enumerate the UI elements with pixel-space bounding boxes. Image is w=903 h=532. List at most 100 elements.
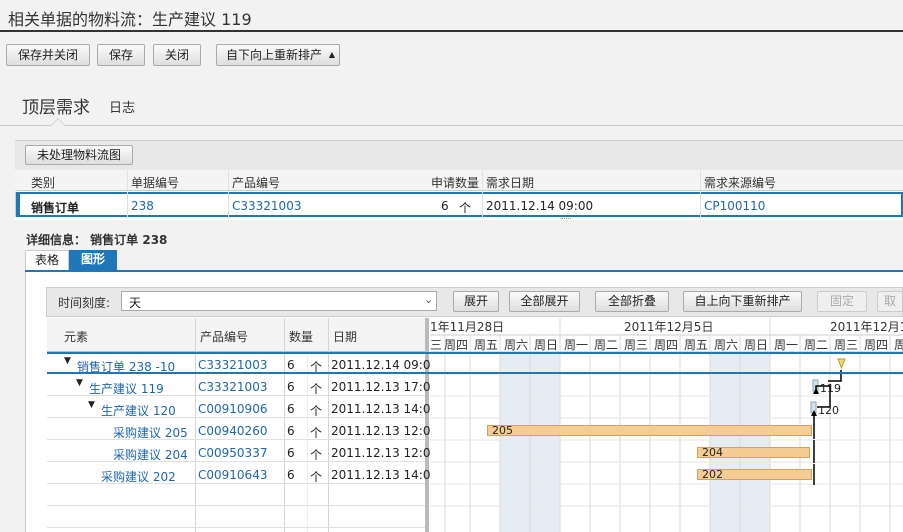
tab-top-demand[interactable]: 顶层需求 [22, 93, 90, 118]
gantt-day-label: 周六 [714, 338, 739, 352]
gantt-day-label: 周四 [444, 338, 469, 352]
qty-value: 6 [287, 424, 295, 438]
tree-element-label[interactable]: 采购建议 205 [113, 424, 188, 441]
gantt-day-label: 周四 [654, 338, 679, 352]
unit-value: 个 [310, 426, 323, 440]
fix-button[interactable]: 固定 [817, 291, 867, 312]
gantt-week-label: 1年11月28日 [430, 320, 505, 334]
gantt-day-label: 周六 [504, 338, 529, 352]
header-category: 类别 [31, 176, 56, 190]
time-scale-value: 天 [129, 296, 142, 310]
header-doc-no: 单据编号 [131, 176, 180, 190]
cell-qty: 6 [441, 199, 449, 213]
header-date: 需求日期 [486, 176, 535, 190]
save-button[interactable]: 保存 [97, 44, 145, 66]
gantt-day-label: 周三 [834, 338, 859, 352]
cell-unit: 个 [459, 201, 472, 215]
tab-table[interactable]: 表格 [25, 250, 69, 271]
column-divider [482, 170, 483, 217]
gantt-day-label: 周三 [624, 338, 649, 352]
date-value: 2011.12.13 12:00 [331, 446, 439, 460]
header-qty: 数量 [289, 330, 314, 344]
panel-toolbar [15, 140, 903, 170]
qty-value: 6 [287, 402, 295, 416]
save-close-button[interactable]: 保存并关闭 [6, 44, 90, 66]
tree-element-label[interactable]: 采购建议 204 [113, 446, 188, 463]
tree-element-label[interactable]: 采购建议 202 [101, 468, 176, 485]
close-button[interactable]: 关闭 [153, 44, 201, 66]
top-tab-strip [0, 80, 903, 126]
page-title: 相关单据的物料流：生产建议 119 [8, 10, 252, 29]
unit-value: 个 [310, 448, 323, 462]
header-date: 日期 [333, 330, 358, 344]
title-divider [0, 30, 903, 32]
gantt-day-label: 周二 [804, 338, 829, 352]
unit-value: 个 [310, 404, 323, 418]
doc-link[interactable]: 238 [131, 199, 154, 213]
product-link[interactable]: C00940260 [198, 424, 267, 438]
tab-graph[interactable]: 图形 [69, 250, 117, 271]
gantt-bar[interactable]: 202 [697, 469, 812, 480]
reschedule-label: 自下向上重新排产 [225, 48, 322, 62]
product-link[interactable]: C00910906 [198, 402, 267, 416]
unit-value: 个 [310, 470, 323, 484]
reschedule-button[interactable]: 自下向上重新排产 ▲ [216, 44, 340, 66]
gantt-day-label: 周一 [564, 338, 589, 352]
column-divider [15, 192, 16, 217]
header-element: 元素 [64, 330, 89, 344]
gantt-bar[interactable]: 205 [487, 425, 812, 436]
qty-value: 6 [287, 446, 295, 460]
resize-grip-icon[interactable] [561, 218, 571, 220]
date-value: 2011.12.13 14:00 [331, 402, 439, 416]
header-qty: 申请数量 [431, 176, 480, 190]
gantt-day-label: 周五 [684, 338, 709, 352]
expand-toggle-icon[interactable]: ▼ [76, 378, 83, 388]
row-selected-marker [17, 194, 20, 215]
gantt-day-label: 周五 [474, 338, 499, 352]
gantt-day-label: 周 [894, 338, 903, 352]
gantt-day-label: 周一 [774, 338, 799, 352]
product-link[interactable]: C33321003 [232, 199, 301, 213]
gantt-bar[interactable]: 204 [697, 447, 810, 458]
product-link[interactable]: C00910643 [198, 468, 267, 482]
gantt-week-label: 2011年12月5日 [624, 320, 714, 334]
column-divider [127, 170, 128, 217]
product-link[interactable]: C00950337 [198, 446, 267, 460]
date-value: 2011.12.13 14:00 [331, 468, 439, 482]
untreated-flow-button[interactable]: 未处理物料流图 [25, 145, 133, 165]
cell-category: 销售订单 [31, 201, 80, 215]
expand-all-button[interactable]: 全部展开 [509, 291, 580, 312]
cell-date: 2011.12.14 09:00 [486, 199, 594, 213]
unit-value: 个 [310, 382, 323, 396]
gantt-marker-label: 119 [820, 382, 841, 395]
cancel-button[interactable]: 取 [877, 291, 903, 312]
gantt-day-label: 周四 [864, 338, 889, 352]
tab-log[interactable]: 日志 [109, 97, 135, 116]
tree-row [47, 506, 425, 528]
expand-button[interactable]: 展开 [453, 291, 499, 312]
detail-heading: 详细信息： 销售订单 238 [26, 233, 168, 247]
time-scale-label: 时间刻度: [58, 296, 111, 310]
header-product: 产品编号 [232, 176, 281, 190]
selected-row-highlight [47, 352, 903, 374]
qty-value: 6 [287, 468, 295, 482]
expand-toggle-icon[interactable]: ▼ [88, 400, 95, 410]
product-link[interactable]: C33321003 [198, 380, 267, 394]
header-source: 需求来源编号 [704, 176, 777, 190]
reschedule-topdown-button[interactable]: 自上向下重新排产 [683, 291, 802, 312]
gantt-week-label: 2011年12月12 [830, 320, 903, 334]
gantt-day-label: 三 [430, 338, 443, 352]
tree-element-label[interactable]: 生产建议 120 [101, 402, 176, 419]
gantt-marker-label: 120 [818, 404, 839, 417]
collapse-all-button[interactable]: 全部折叠 [595, 291, 669, 312]
chevron-down-icon[interactable]: ⌄ [424, 293, 433, 306]
gantt-day-label: 周二 [594, 338, 619, 352]
time-scale-select[interactable] [121, 291, 437, 311]
tab-indicator-inner [51, 119, 65, 126]
header-product: 产品编号 [200, 330, 249, 344]
date-value: 2011.12.13 17:00 [331, 380, 439, 394]
gantt-day-label: 周日 [744, 338, 769, 352]
source-link[interactable]: CP100110 [704, 199, 765, 213]
tree-row [47, 484, 425, 506]
tree-element-label[interactable]: 生产建议 119 [89, 380, 164, 397]
